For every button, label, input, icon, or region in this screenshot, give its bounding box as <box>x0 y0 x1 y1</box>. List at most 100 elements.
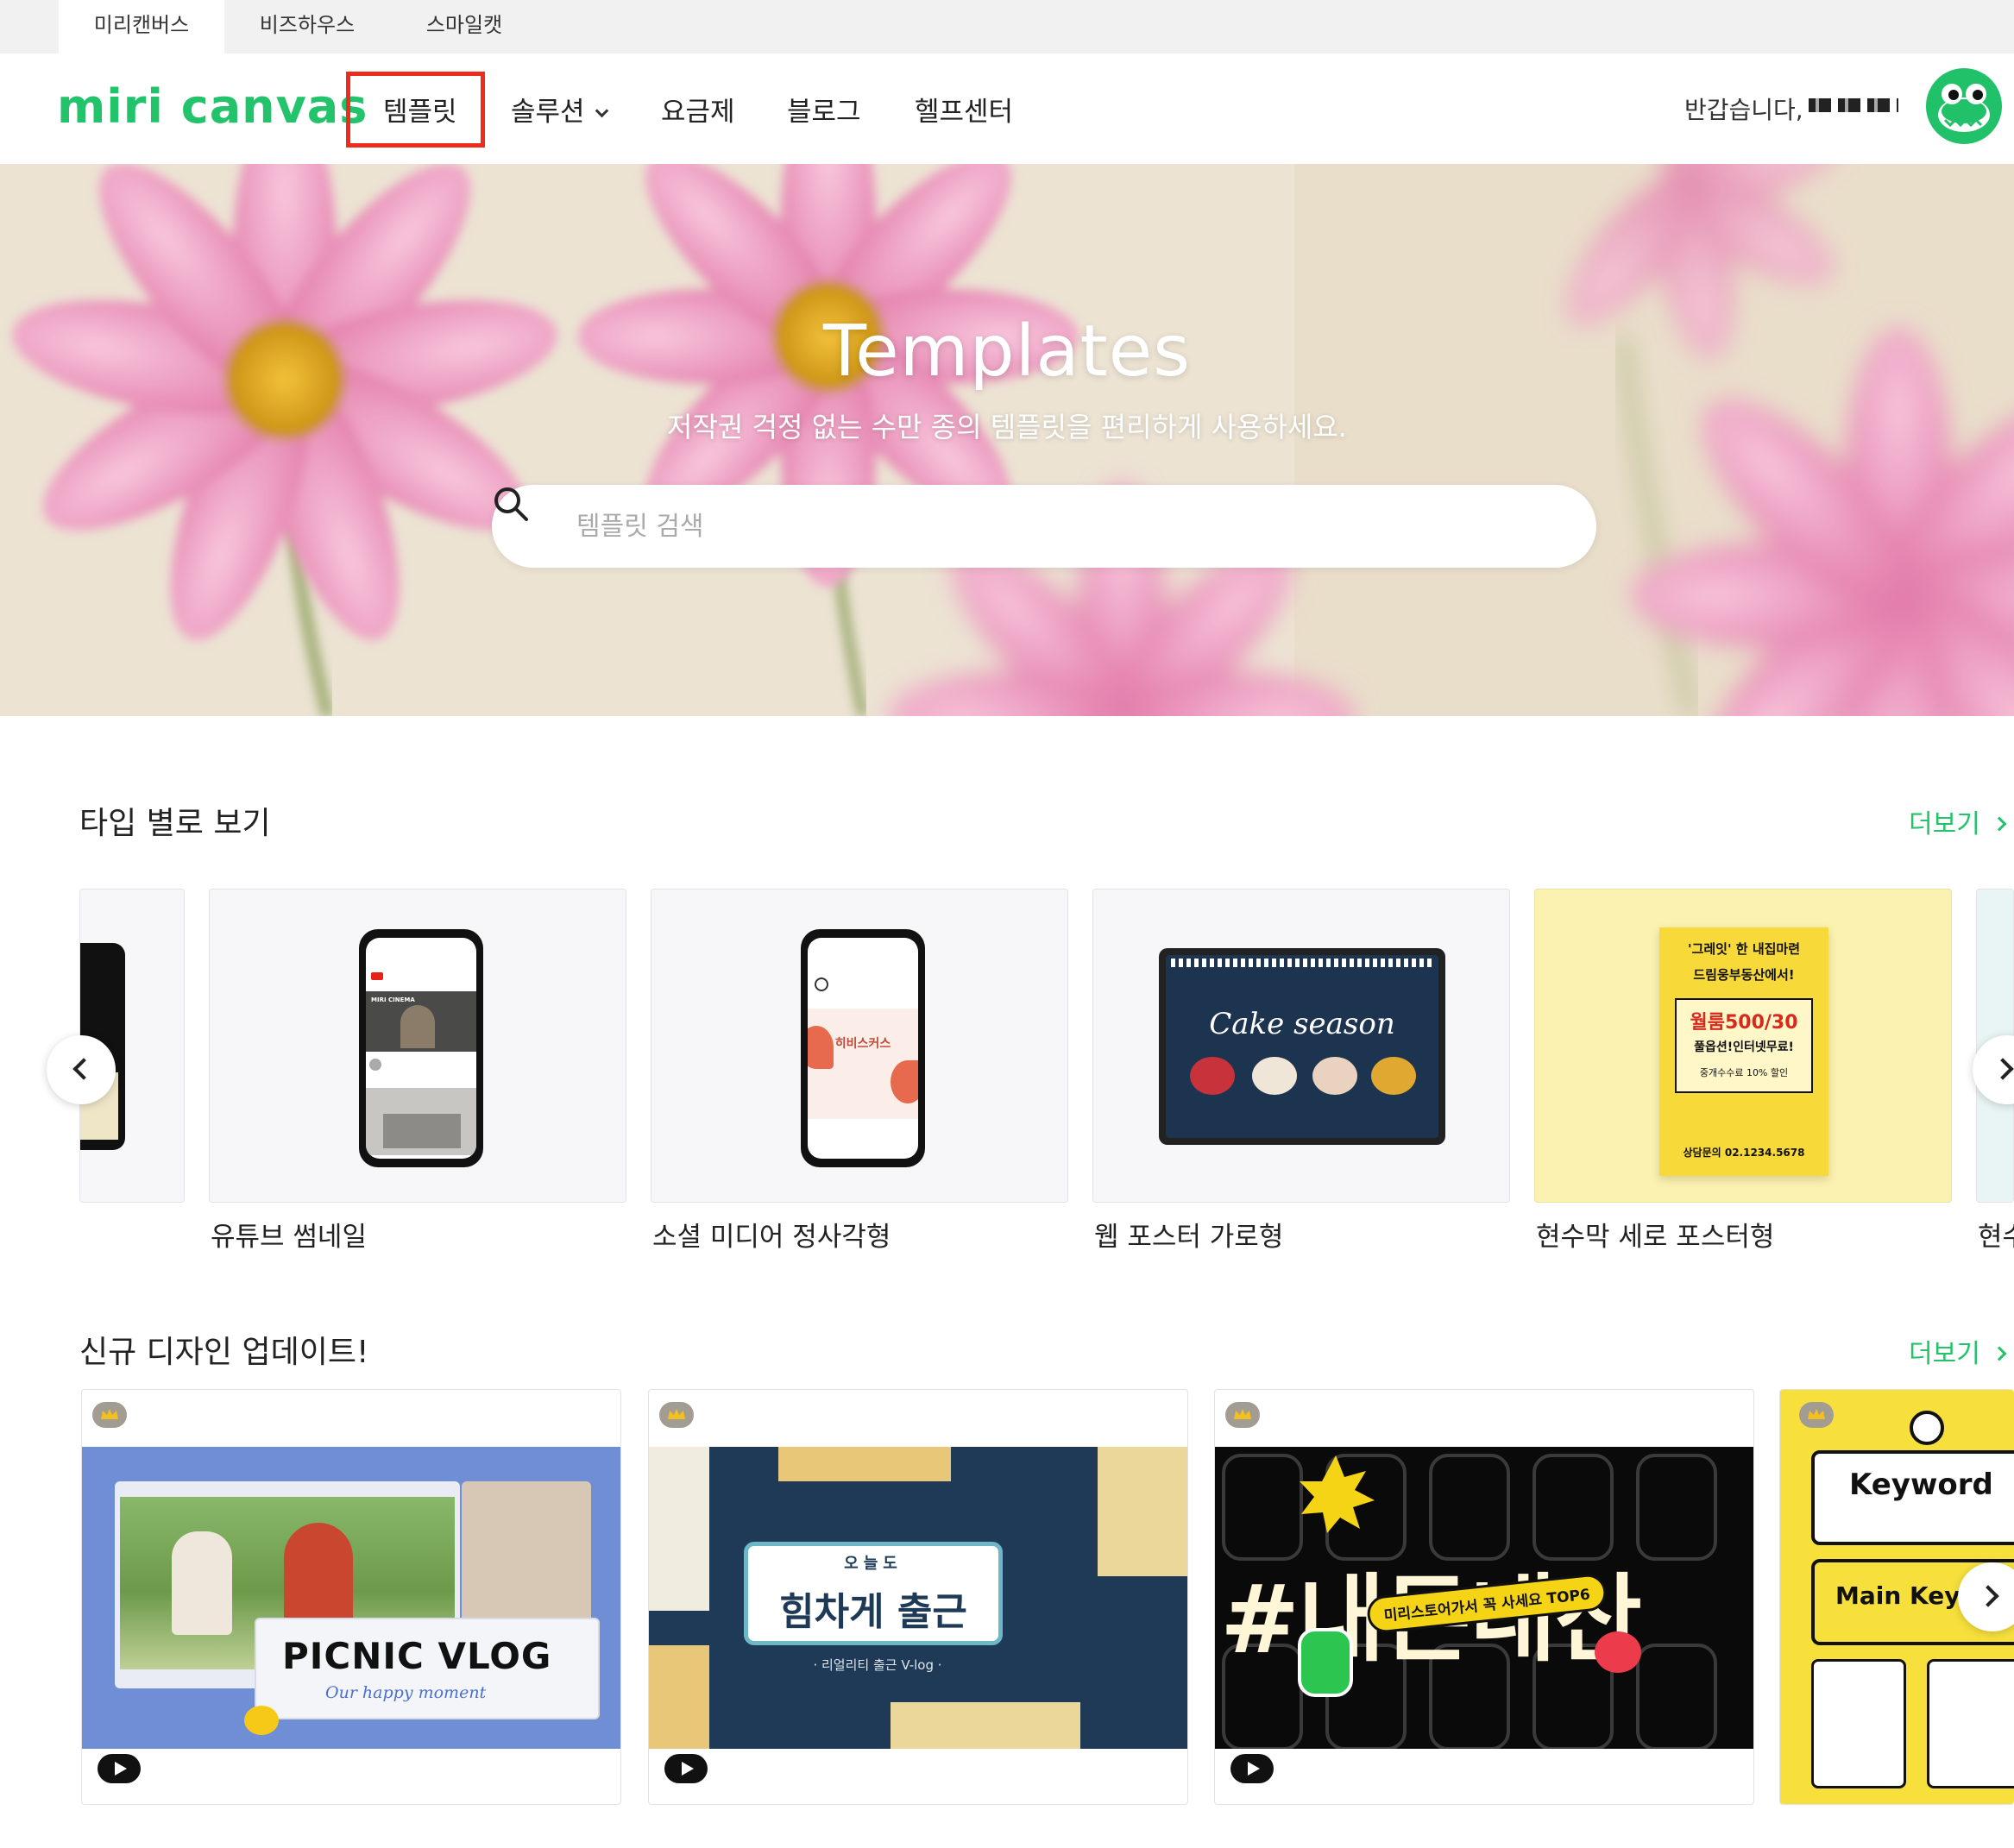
video-thumb-2 <box>366 1088 476 1155</box>
channel-avatar <box>369 1059 381 1071</box>
chevron-right-icon <box>1992 1346 2007 1361</box>
type-label-youtube: 유튜브 썸네일 <box>211 1222 367 1253</box>
design-thumb: 오늘도 힘차게 출근 · 리얼리티 출근 V-log · <box>649 1447 1187 1749</box>
commute-sub: · 리얼리티 출근 V-log · <box>813 1657 942 1673</box>
crown-glyph <box>101 1409 118 1419</box>
premium-crown-icon <box>92 1402 127 1428</box>
more-label: 더보기 <box>1909 1339 1980 1369</box>
paper-bottom-left <box>649 1645 709 1749</box>
new-section-more-link[interactable]: 더보기 <box>1909 1332 2007 1370</box>
paper-right <box>1098 1447 1187 1576</box>
title-window: PICNIC VLOG Our happy moment <box>255 1618 600 1719</box>
cake-1 <box>1190 1057 1235 1095</box>
nav-pricing[interactable]: 요금제 <box>661 90 735 129</box>
crown-glyph <box>1808 1409 1825 1419</box>
design-thumb: #내돈내산 미리스토어가서 꼭 사세요 TOP6 <box>1215 1447 1753 1749</box>
video-play-icon <box>98 1754 141 1783</box>
user-greeting: 반갑습니다, <box>1684 96 1803 124</box>
redacted-username <box>1809 98 1898 112</box>
family-tab-miricanvas[interactable]: 미리캔버스 <box>59 0 224 53</box>
chevron-right-icon <box>1992 1058 2014 1080</box>
cake-4 <box>1371 1057 1416 1095</box>
type-card-social-square[interactable]: 히비스커스 <box>651 889 1068 1203</box>
video-play-icon <box>1230 1754 1274 1783</box>
picnic-vlog-sub: Our happy moment <box>325 1683 487 1702</box>
heart-icon <box>1595 1631 1641 1673</box>
thumbs-up-icon <box>1298 1628 1353 1697</box>
main-header: miri canvas 템플릿 솔루션 요금제 블로그 헬프센터 반갑습니다, <box>0 53 2014 164</box>
design-card-my-money[interactable]: #내돈내산 미리스토어가서 꼭 사세요 TOP6 <box>1214 1389 1754 1805</box>
chevron-right-icon <box>1977 1585 1999 1607</box>
nav-solutions[interactable]: 솔루션 <box>511 90 608 129</box>
tablet-screen: Cake season <box>1166 955 1438 1138</box>
top-border-pattern <box>1171 959 1433 967</box>
keyword-subbox-1 <box>1811 1659 1906 1788</box>
person-shape <box>400 1005 435 1048</box>
crown-glyph <box>1234 1409 1251 1419</box>
post-image: 히비스커스 <box>808 1009 918 1119</box>
type-label-web-poster: 웹 포스터 가로형 <box>1094 1222 1284 1253</box>
profile-icon <box>815 977 828 991</box>
banner-options: 풀옵션!인터넷무료! <box>1694 1040 1794 1054</box>
paper-bottom <box>891 1702 1080 1749</box>
design-card-commute-vlog[interactable]: 오늘도 힘차게 출근 · 리얼리티 출근 V-log · <box>648 1389 1188 1805</box>
miricanvas-logo[interactable]: miri canvas <box>57 79 368 134</box>
tablet-mockup: Cake season <box>1159 948 1445 1145</box>
hero-title: Templates <box>823 311 1191 393</box>
yt-channel-name: MIRI CINEMA <box>371 996 415 1003</box>
paper-left <box>649 1447 709 1611</box>
person-1 <box>172 1531 232 1635</box>
more-label: 더보기 <box>1909 809 1980 839</box>
keyword-box: Keyword <box>1811 1450 2014 1545</box>
nav-blog[interactable]: 블로그 <box>787 90 861 129</box>
chevron-left-icon <box>72 1058 95 1080</box>
phone-screen: 히비스커스 <box>808 938 918 1159</box>
banner-mid-text: 드림웅부동산에서! <box>1693 967 1795 983</box>
banner-top-text: '그레잇' 한 내집마련 <box>1687 941 1801 957</box>
type-label-partial-right: 현수 <box>1978 1222 2014 1253</box>
type-section-title: 타입 별로 보기 <box>79 806 271 841</box>
family-tab-bizhouse[interactable]: 비즈하우스 <box>224 0 390 53</box>
family-site-bar: 미리캔버스 비즈하우스 스마일캣 <box>0 0 2014 53</box>
chevron-right-icon <box>1992 816 2007 832</box>
video-thumb-1: MIRI CINEMA <box>366 991 476 1052</box>
commute-title: 힘차게 출근 <box>779 1590 967 1634</box>
phone-mockup: 히비스커스 <box>801 929 925 1167</box>
banner-price: 월룸500/30 <box>1690 1012 1798 1034</box>
crocodile-avatar-icon <box>1938 84 1990 132</box>
video-play-icon <box>664 1754 708 1783</box>
search-input[interactable] <box>576 504 1560 549</box>
phone-mockup: MIRI CINEMA <box>359 929 483 1167</box>
avatar[interactable] <box>1926 68 2002 144</box>
keyword-title: Keyword <box>1849 1468 1993 1502</box>
nav-templates[interactable]: 템플릿 <box>383 90 457 129</box>
type-section-more-link[interactable]: 더보기 <box>1909 802 2007 840</box>
duck-icon <box>244 1706 279 1735</box>
design-card-keyword[interactable]: Keyword Main Keyword <box>1779 1389 2014 1805</box>
template-search-box[interactable] <box>492 485 1596 568</box>
premium-crown-icon <box>1225 1402 1260 1428</box>
banner-poster: '그레잇' 한 내집마련 드림웅부동산에서! 월룸500/30 풀옵션!인터넷무… <box>1659 927 1828 1176</box>
family-tab-smilecat[interactable]: 스마일캣 <box>390 0 538 53</box>
picnic-vlog-title: PICNIC VLOG <box>282 1635 552 1677</box>
youtube-icon <box>371 972 383 980</box>
design-thumb: PICNIC VLOG Our happy moment <box>82 1447 620 1749</box>
premium-crown-icon <box>1799 1402 1834 1428</box>
banner-fee: 중개수수료 10% 할인 <box>1699 1067 1789 1078</box>
banner-price-box: 월룸500/30 풀옵션!인터넷무료! 중개수수료 10% 할인 <box>1675 998 1813 1093</box>
crown-glyph <box>668 1409 685 1419</box>
nav-help-center[interactable]: 헬프센터 <box>915 90 1013 129</box>
type-card-web-poster[interactable]: Cake season <box>1092 889 1510 1203</box>
premium-crown-icon <box>659 1402 694 1428</box>
cake-season-title: Cake season <box>1209 1007 1395 1041</box>
type-card-youtube-thumbnail[interactable]: MIRI CINEMA <box>209 889 626 1203</box>
hero-banner: Templates 저작권 걱정 없는 수만 종의 템플릿을 편리하게 사용하세… <box>0 164 2014 716</box>
nav-solutions-label: 솔루션 <box>511 97 585 128</box>
flower-petal-right <box>891 1060 918 1103</box>
paper-top <box>778 1447 951 1481</box>
magnifier-icon <box>1910 1411 1944 1445</box>
carousel-prev-button[interactable] <box>47 1035 116 1104</box>
type-card-vertical-banner[interactable]: '그레잇' 한 내집마련 드림웅부동산에서! 월룸500/30 풀옵션!인터넷무… <box>1534 889 1952 1203</box>
hibiscus-title: 히비스커스 <box>834 1037 891 1051</box>
design-card-picnic-vlog[interactable]: PICNIC VLOG Our happy moment <box>81 1389 621 1805</box>
